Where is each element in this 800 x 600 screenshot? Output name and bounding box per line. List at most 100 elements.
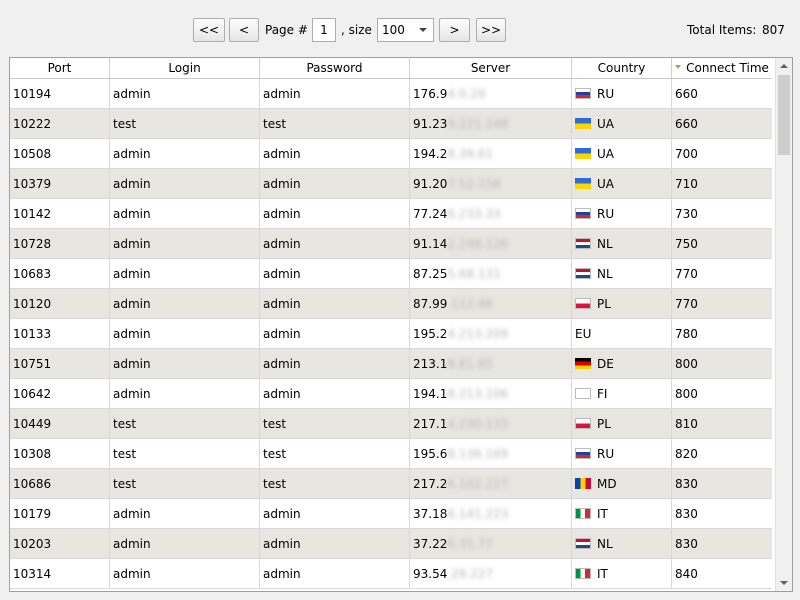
flag-nl-icon: [575, 538, 591, 549]
table-row[interactable]: 10203 admin admin 37.226.31.77 NL 830: [10, 529, 772, 559]
column-header-password[interactable]: Password: [260, 58, 410, 78]
connect-time-value: 800: [675, 357, 698, 371]
column-header-port[interactable]: Port: [10, 58, 110, 78]
results-table: Port Login Password Server Country Conne…: [9, 57, 793, 592]
table-row[interactable]: 10308 test test 195.68.136.169 RU 820: [10, 439, 772, 469]
table-row[interactable]: 10751 admin admin 213.18.81.85 DE 800: [10, 349, 772, 379]
server-value: 77.24: [413, 207, 448, 221]
port-cell: 10308: [10, 439, 110, 469]
table-row[interactable]: 10142 admin admin 77.246.233.33 RU 730: [10, 199, 772, 229]
table-header: Port Login Password Server Country Conne…: [10, 58, 772, 79]
login-value: admin: [113, 507, 151, 521]
password-value: admin: [263, 387, 301, 401]
password-cell: admin: [260, 289, 410, 319]
country-value: DE: [597, 357, 614, 371]
server-value: 213.1: [413, 357, 448, 371]
server-cell: 194.28.39.61: [410, 139, 572, 169]
login-cell: admin: [110, 169, 260, 199]
connect-time-cell: 830: [672, 529, 772, 559]
next-page-button[interactable]: >: [439, 18, 470, 42]
table-row[interactable]: 10642 admin admin 194.18.213.106 FI 800: [10, 379, 772, 409]
password-value: admin: [263, 147, 301, 161]
page-size-select[interactable]: 100: [377, 18, 434, 42]
port-cell: 10222: [10, 109, 110, 139]
server-cell: 91.239.221.248: [410, 109, 572, 139]
table-row[interactable]: 10508 admin admin 194.28.39.61 UA 700: [10, 139, 772, 169]
table-row[interactable]: 10728 admin admin 91.142.248.126 NL 750: [10, 229, 772, 259]
connect-time-value: 660: [675, 87, 698, 101]
connect-time-value: 660: [675, 117, 698, 131]
login-cell: test: [110, 109, 260, 139]
country-value: NL: [597, 537, 613, 551]
last-page-button[interactable]: >>: [476, 18, 506, 42]
connect-time-value: 780: [675, 327, 698, 341]
server-value: 37.22: [413, 537, 448, 551]
flag-fi-icon: [575, 388, 591, 399]
country-cell: RU: [572, 439, 672, 469]
table-row[interactable]: 10686 test test 217.26.162.227 MD 830: [10, 469, 772, 499]
server-value: 87.99: [413, 297, 448, 311]
page-number-input[interactable]: 1: [312, 18, 336, 42]
login-value: test: [113, 477, 137, 491]
column-header-connect-time[interactable]: Connect Time: [672, 58, 772, 78]
connect-time-cell: 710: [672, 169, 772, 199]
table-row[interactable]: 10194 admin admin 176.94.0.29 RU 660: [10, 79, 772, 109]
vertical-scrollbar[interactable]: [775, 58, 792, 591]
port-value: 10133: [13, 327, 52, 341]
previous-page-button[interactable]: <: [229, 18, 259, 42]
table-row[interactable]: 10449 test test 217.14.230.133 PL 810: [10, 409, 772, 439]
server-value-blurred: .112.88: [447, 297, 494, 311]
scrollbar-thumb[interactable]: [778, 75, 790, 155]
server-cell: 195.68.136.169: [410, 439, 572, 469]
server-value-blurred: 6.141.223: [447, 507, 509, 521]
connect-time-value: 710: [675, 177, 698, 191]
password-cell: admin: [260, 379, 410, 409]
server-value: 91.20: [413, 177, 448, 191]
port-value: 10179: [13, 507, 52, 521]
table-row[interactable]: 10314 admin admin 93.54.29.227 IT 840: [10, 559, 772, 589]
port-value: 10142: [13, 207, 52, 221]
login-value: admin: [113, 297, 151, 311]
server-value-blurred: 8.81.85: [447, 357, 494, 371]
server-value-blurred: 9.221.248: [447, 117, 509, 131]
connect-time-value: 810: [675, 417, 698, 431]
login-value: test: [113, 447, 137, 461]
total-items-label: Total Items:: [687, 23, 757, 37]
login-cell: admin: [110, 229, 260, 259]
port-value: 10508: [13, 147, 52, 161]
column-header-server[interactable]: Server: [410, 58, 572, 78]
table-row[interactable]: 10120 admin admin 87.99.112.88 PL 770: [10, 289, 772, 319]
column-header-country[interactable]: Country: [572, 58, 672, 78]
connect-time-cell: 830: [672, 499, 772, 529]
country-cell: NL: [572, 229, 672, 259]
flag-ru-icon: [575, 88, 591, 99]
table-row[interactable]: 10179 admin admin 37.186.141.223 IT 830: [10, 499, 772, 529]
country-value: RU: [597, 447, 615, 461]
table-row[interactable]: 10222 test test 91.239.221.248 UA 660: [10, 109, 772, 139]
column-header-login[interactable]: Login: [110, 58, 260, 78]
connect-time-value: 830: [675, 507, 698, 521]
login-cell: test: [110, 409, 260, 439]
country-cell: PL: [572, 409, 672, 439]
table-row[interactable]: 10379 admin admin 91.207.52.158 UA 710: [10, 169, 772, 199]
server-cell: 217.26.162.227: [410, 469, 572, 499]
login-value: test: [113, 117, 137, 131]
password-cell: test: [260, 469, 410, 499]
login-value: admin: [113, 327, 151, 341]
scroll-up-button[interactable]: [776, 58, 792, 74]
port-cell: 10142: [10, 199, 110, 229]
server-value: 93.54: [413, 567, 448, 581]
port-value: 10379: [13, 177, 52, 191]
password-value: admin: [263, 537, 301, 551]
arrow-up-icon: [780, 64, 788, 68]
country-value: UA: [597, 117, 614, 131]
server-value: 91.23: [413, 117, 448, 131]
table-row[interactable]: 10683 admin admin 87.255.68.131 NL 770: [10, 259, 772, 289]
table-row[interactable]: 10133 admin admin 195.24.213.209 EU 780: [10, 319, 772, 349]
country-value: IT: [597, 567, 608, 581]
scroll-down-button[interactable]: [776, 575, 792, 591]
first-page-button[interactable]: <<: [193, 18, 225, 42]
country-cell: IT: [572, 559, 672, 589]
size-label: , size: [341, 23, 372, 37]
country-cell: PL: [572, 289, 672, 319]
